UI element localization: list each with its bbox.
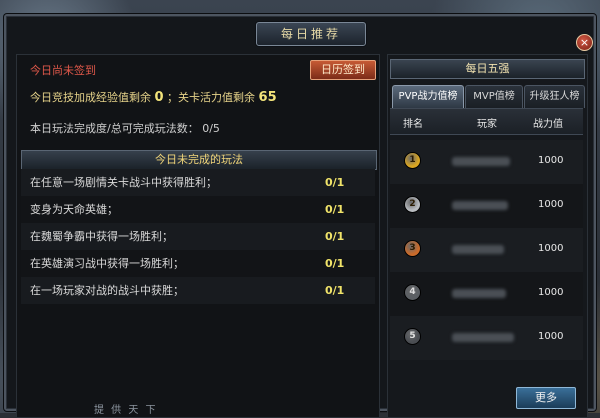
task-row: 在魏蜀争霸中获得一场胜利； 0/1 xyxy=(21,223,375,250)
signin-status: 今日尚未签到 xyxy=(30,64,96,77)
player-name-blurred xyxy=(452,333,514,342)
task-progress: 0/1 xyxy=(325,230,345,243)
activity-value: 65 xyxy=(258,90,277,105)
task-row: 在英雄演习战中获得一场胜利； 0/1 xyxy=(21,250,375,277)
task-progress: 0/1 xyxy=(325,203,345,216)
task-row: 变身为天命英雄； 0/1 xyxy=(21,196,375,223)
col-rank: 排名 xyxy=(403,119,423,130)
daily-recommend-dialog: 每日推荐 × 今日尚未签到 日历签到 今日竞技加成经验值剩余 0 ；关卡活力值剩… xyxy=(4,14,596,418)
rank-medal-icon: 4 xyxy=(405,285,420,300)
player-name-blurred xyxy=(452,201,508,210)
close-button[interactable]: × xyxy=(576,34,593,51)
completion-label: 本日玩法完成度/总可完成玩法数： xyxy=(30,122,199,135)
ranking-row[interactable]: 3 1000 xyxy=(390,228,583,272)
task-progress: 0/1 xyxy=(325,284,345,297)
ranking-column-header: 排名 玩家 战力值 xyxy=(390,108,583,135)
task-progress: 0/1 xyxy=(325,257,345,270)
task-row: 在一场玩家对战的战斗中获胜； 0/1 xyxy=(21,277,375,304)
ranking-row[interactable]: 2 1000 xyxy=(390,184,583,228)
task-progress: 0/1 xyxy=(325,176,345,189)
rank-medal-icon: 1 xyxy=(405,153,420,168)
task-label: 变身为天命英雄； xyxy=(30,203,118,216)
daily-top5-title: 每日五强 xyxy=(390,59,585,79)
power-value: 1000 xyxy=(538,199,564,210)
exp-value: 0 xyxy=(154,90,164,105)
rank-medal-icon: 2 xyxy=(405,197,420,212)
player-name-blurred xyxy=(452,157,510,166)
unfinished-section-title: 今日未完成的玩法 xyxy=(21,150,377,170)
task-list: 在任意一场剧情关卡战斗中获得胜利； 0/1 变身为天命英雄； 0/1 在魏蜀争霸… xyxy=(21,169,375,304)
completion-value: 0/5 xyxy=(202,122,220,135)
dialog-title: 每日推荐 xyxy=(256,22,366,46)
power-value: 1000 xyxy=(538,331,564,342)
activity-label: ；关卡活力值剩余 xyxy=(167,91,256,104)
power-value: 1000 xyxy=(538,243,564,254)
tab-pvp-power[interactable]: PVP战力值榜 xyxy=(392,85,464,108)
ranking-row[interactable]: 5 1000 xyxy=(390,316,583,360)
col-power: 战力值 xyxy=(533,119,563,130)
completion-line: 本日玩法完成度/总可完成玩法数： 0/5 xyxy=(30,120,220,136)
exp-activity-line: 今日竞技加成经验值剩余 0 ；关卡活力值剩余 65 xyxy=(30,89,277,105)
more-button[interactable]: 更多 xyxy=(516,387,576,409)
tab-level-up[interactable]: 升级狂人榜 xyxy=(524,85,585,108)
exp-label: 今日竞技加成经验值剩余 xyxy=(30,91,151,104)
left-panel: 今日尚未签到 日历签到 今日竞技加成经验值剩余 0 ；关卡活力值剩余 65 本日… xyxy=(16,54,380,418)
ranking-list: 1 1000 2 1000 3 1000 4 1000 5 1000 xyxy=(390,140,583,360)
ranking-row[interactable]: 1 1000 xyxy=(390,140,583,184)
rank-medal-icon: 3 xyxy=(405,241,420,256)
task-label: 在任意一场剧情关卡战斗中获得胜利； xyxy=(30,176,217,189)
tab-mvp[interactable]: MVP值榜 xyxy=(465,85,523,108)
player-name-blurred xyxy=(452,245,504,254)
power-value: 1000 xyxy=(538,287,564,298)
right-panel: 每日五强 PVP战力值榜 MVP值榜 升级狂人榜 排名 玩家 战力值 1 100… xyxy=(387,54,588,418)
ranking-row[interactable]: 4 1000 xyxy=(390,272,583,316)
task-label: 在英雄演习战中获得一场胜利； xyxy=(30,257,184,270)
col-player: 玩家 xyxy=(477,119,497,130)
task-label: 在一场玩家对战的战斗中获胜； xyxy=(30,284,184,297)
calendar-signin-button[interactable]: 日历签到 xyxy=(310,60,376,80)
task-label: 在魏蜀争霸中获得一场胜利； xyxy=(30,230,173,243)
task-row: 在任意一场剧情关卡战斗中获得胜利； 0/1 xyxy=(21,169,375,196)
player-name-blurred xyxy=(452,289,506,298)
power-value: 1000 xyxy=(538,155,564,166)
rank-medal-icon: 5 xyxy=(405,329,420,344)
footer-text: 提 供 天 下 xyxy=(94,405,158,416)
